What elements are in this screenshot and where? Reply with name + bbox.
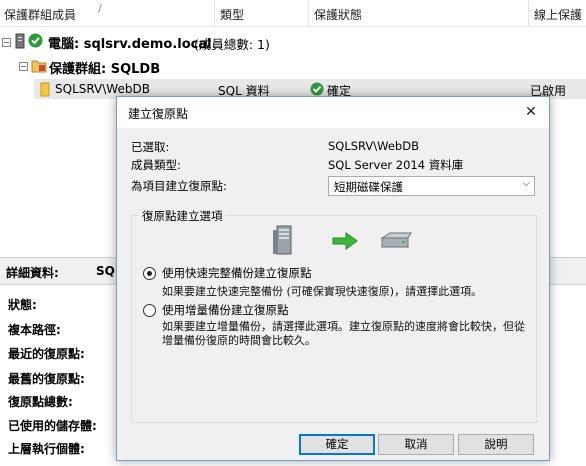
column-type[interactable]: 類型 <box>220 6 244 23</box>
member-type-label: 成員類型: <box>131 158 181 172</box>
server-icon <box>15 33 25 49</box>
recovery-options-group: 復原點建立選項 使用快速完整備份建立復原點 如果要建立快速完整備份 (可確保實現… <box>131 208 537 423</box>
dialog-title: 建立復原點 <box>128 107 189 121</box>
member-type-value: SQL Server 2014 資料庫 <box>328 158 464 172</box>
detail-field-storage-used: 已使用的儲存體: <box>8 419 97 433</box>
cancel-button[interactable]: 取消 <box>378 434 454 455</box>
selected-label: 已選取: <box>131 140 170 154</box>
ok-button[interactable]: 確定 <box>299 434 375 455</box>
server-tower-icon <box>273 225 292 255</box>
detail-field-oldest-recovery-point: 最舊的復原點: <box>8 372 85 386</box>
datasource-name[interactable]: SQLSRV\WebDB <box>55 82 150 96</box>
column-header-bar: 保護群組成員 ∕ 類型 保護狀態 線上保護 <box>0 0 586 27</box>
option-full-backup-label[interactable]: 使用快速完整備份建立復原點 <box>162 265 312 281</box>
create-for-label: 為項目建立復原點: <box>131 179 227 193</box>
disk-drive-icon <box>380 232 412 248</box>
collapse-toggle-icon[interactable]: − <box>19 62 28 71</box>
selected-value: SQLSRV\WebDB <box>328 139 419 153</box>
column-members[interactable]: 保護群組成員 <box>4 6 76 23</box>
column-protection-status[interactable]: 保護狀態 <box>314 6 362 23</box>
detail-field-latest-recovery-point: 最近的復原點: <box>8 347 85 361</box>
protection-group-icon <box>31 60 47 73</box>
option-incremental-radio[interactable] <box>143 304 156 317</box>
column-divider <box>214 0 215 26</box>
create-recovery-point-dialog: 建立復原點 ✕ 已選取: SQLSRV\WebDB 成員類型: SQL Serv… <box>116 96 550 461</box>
protection-group-label[interactable]: 保護群組: SQLDB <box>49 58 160 77</box>
recovery-options-legend: 復原點建立選項 <box>139 208 226 224</box>
option-incremental-description: 如果要建立增量備份，請選擇此選項。建立復原點的速度將會比較快，但從增量備份復原的… <box>162 320 525 347</box>
detail-field-replica-path: 複本路徑: <box>8 323 61 337</box>
option-full-backup-radio[interactable] <box>143 267 156 280</box>
create-for-select[interactable]: 短期磁碟保護 ⌵ <box>328 176 535 196</box>
column-online-protection[interactable]: 線上保護 <box>534 6 582 23</box>
detail-field-parent-instance: 上層執行個體: <box>8 442 85 456</box>
option-incremental-label[interactable]: 使用增量備份建立復原點 <box>162 302 289 318</box>
ok-check-icon <box>28 33 43 48</box>
create-for-selected-value: 短期磁碟保護 <box>334 180 403 194</box>
computer-node-label[interactable]: 電腦: sqlsrv.demo.local <box>48 33 212 52</box>
option-full-backup-description: 如果要建立快速完整備份 (可確保實現快速復原)，請選擇此選項。 <box>162 285 483 298</box>
column-divider <box>308 0 309 26</box>
collapse-toggle-icon[interactable]: − <box>2 38 11 47</box>
detail-field-recovery-point-count: 復原點總數: <box>8 395 73 409</box>
status-ok-icon <box>310 82 324 96</box>
close-icon[interactable]: ✕ <box>519 101 543 123</box>
chevron-down-icon[interactable]: ⌵ <box>522 178 530 189</box>
dialog-titlebar[interactable]: 建立復原點 ✕ <box>117 97 549 128</box>
arrow-right-icon <box>332 232 358 250</box>
help-button[interactable]: 說明 <box>458 434 534 455</box>
detail-field-status: 狀態: <box>8 298 37 312</box>
radio-selected-dot <box>147 271 152 276</box>
database-icon <box>40 82 50 97</box>
sort-indicator-icon: ∕ <box>98 2 102 15</box>
column-divider <box>528 0 529 26</box>
details-label: 詳細資料: <box>6 266 59 280</box>
computer-member-count: (成員總數: 1) <box>194 37 270 52</box>
